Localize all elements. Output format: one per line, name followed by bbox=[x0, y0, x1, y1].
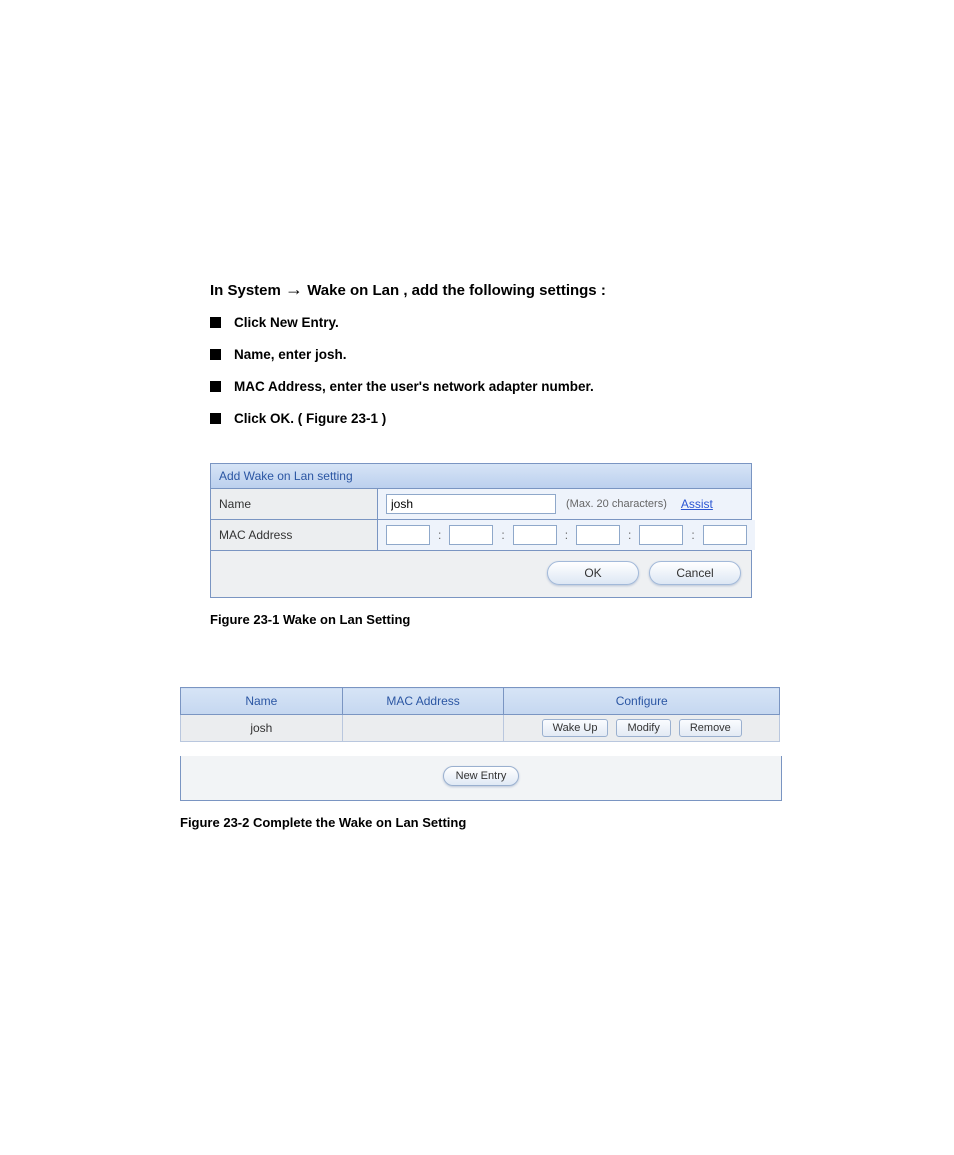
figure-caption-2: Figure 23-2 Complete the Wake on Lan Set… bbox=[180, 815, 814, 830]
mac-input-1[interactable] bbox=[386, 525, 430, 545]
cell-name: josh bbox=[181, 715, 343, 742]
step-item: Click OK. ( Figure 23-1 ) bbox=[210, 403, 814, 435]
panel-actions: OK Cancel bbox=[211, 551, 751, 597]
figure-caption-1: Figure 23-1 Wake on Lan Setting bbox=[210, 612, 814, 627]
table-footer: New Entry bbox=[180, 756, 782, 801]
mac-input-4[interactable] bbox=[576, 525, 620, 545]
name-label: Name bbox=[211, 489, 378, 519]
step-label: OK bbox=[270, 411, 290, 426]
cell-mac bbox=[342, 715, 504, 742]
name-input[interactable] bbox=[386, 494, 556, 514]
step-label: MAC Address bbox=[234, 379, 322, 394]
cell-configure: Wake Up Modify Remove bbox=[504, 715, 780, 742]
step-text: . ( Figure 23-1 ) bbox=[290, 411, 386, 426]
ok-button[interactable]: OK bbox=[547, 561, 639, 585]
step-label-prefix: Click bbox=[234, 411, 270, 426]
assist-link[interactable]: Assist bbox=[681, 497, 713, 511]
name-hint: (Max. 20 characters) bbox=[566, 498, 667, 510]
arrow-right-icon: → bbox=[285, 279, 303, 299]
form-row-name: Name (Max. 20 characters) Assist bbox=[211, 489, 751, 520]
mac-input-5[interactable] bbox=[639, 525, 683, 545]
cancel-button[interactable]: Cancel bbox=[649, 561, 741, 585]
col-mac: MAC Address bbox=[342, 688, 504, 715]
col-name: Name bbox=[181, 688, 343, 715]
form-row-mac: MAC Address : : : : : bbox=[211, 520, 751, 551]
heading-suffix: Wake on Lan , add the following settings… bbox=[303, 282, 606, 299]
step-text: , enter josh. bbox=[271, 347, 347, 362]
mac-sep: : bbox=[563, 528, 570, 542]
mac-sep: : bbox=[436, 528, 443, 542]
new-entry-button[interactable]: New Entry bbox=[443, 766, 520, 786]
mac-sep: : bbox=[499, 528, 506, 542]
step-item: MAC Address, enter the user's network ad… bbox=[210, 371, 814, 403]
remove-button[interactable]: Remove bbox=[679, 719, 742, 737]
wol-table: Name MAC Address Configure josh Wake Up … bbox=[180, 687, 780, 742]
add-wol-panel: Add Wake on Lan setting Name (Max. 20 ch… bbox=[210, 463, 752, 598]
steps-list: Click New Entry. Name, enter josh. MAC A… bbox=[210, 307, 814, 435]
panel-title: Add Wake on Lan setting bbox=[211, 464, 751, 489]
step-text: Click New Entry. bbox=[234, 315, 339, 330]
step-heading: In System → Wake on Lan , add the follow… bbox=[210, 280, 814, 299]
mac-label: MAC Address bbox=[211, 520, 378, 550]
heading-prefix: In System bbox=[210, 282, 285, 299]
mac-sep: : bbox=[626, 528, 633, 542]
name-field: (Max. 20 characters) Assist bbox=[378, 489, 751, 519]
mac-field: : : : : : bbox=[378, 520, 755, 550]
mac-input-3[interactable] bbox=[513, 525, 557, 545]
mac-input-6[interactable] bbox=[703, 525, 747, 545]
step-text: , enter the user's network adapter numbe… bbox=[322, 379, 594, 394]
step-item: Name, enter josh. bbox=[210, 339, 814, 371]
mac-input-2[interactable] bbox=[449, 525, 493, 545]
col-configure: Configure bbox=[504, 688, 780, 715]
step-item: Click New Entry. bbox=[210, 307, 814, 339]
mac-sep: : bbox=[689, 528, 696, 542]
table-row: josh Wake Up Modify Remove bbox=[181, 715, 780, 742]
wake-up-button[interactable]: Wake Up bbox=[542, 719, 609, 737]
step-label: Name bbox=[234, 347, 271, 362]
modify-button[interactable]: Modify bbox=[616, 719, 670, 737]
